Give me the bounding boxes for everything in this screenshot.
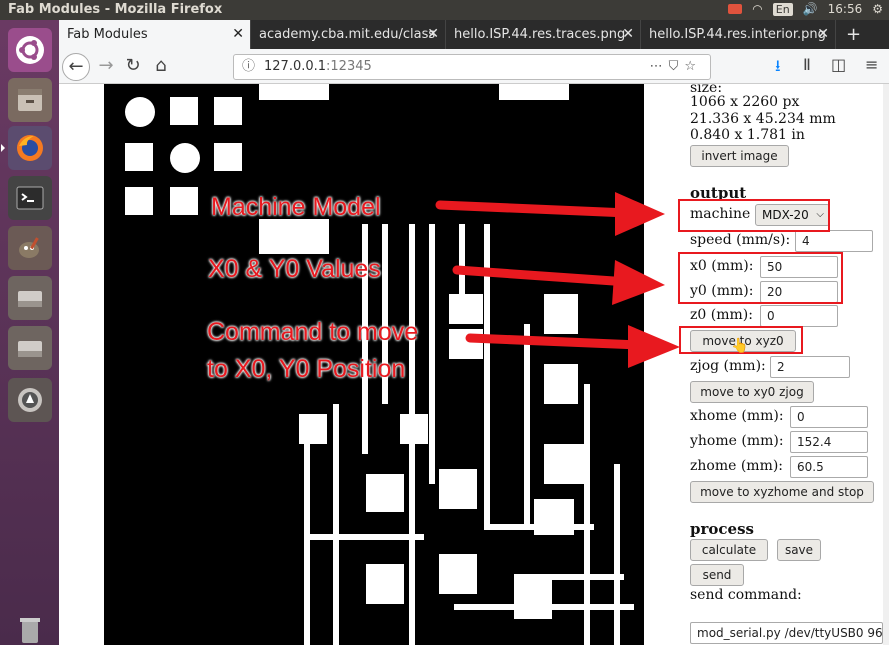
wifi-icon[interactable]: ◠ (752, 2, 762, 16)
tab-label: hello.ISP.44.res.traces.png (454, 27, 626, 42)
url-bar[interactable]: ⓘ 127.0.0.1:12345 ⋯⛉☆ (233, 54, 711, 80)
trash-icon[interactable] (8, 608, 52, 645)
gimp-icon[interactable] (8, 226, 52, 270)
forward-arrow-icon[interactable]: → (92, 53, 120, 81)
sidebar-icon[interactable]: ◫ (831, 55, 846, 74)
screen-record-icon[interactable] (728, 4, 743, 14)
settings-panel: size: 1066 x 2260 px 21.336 x 45.234 mm … (690, 84, 889, 645)
tab-traces[interactable]: hello.ISP.44.res.traces.png ✕ (446, 20, 641, 49)
process-heading: process (690, 520, 754, 538)
keyboard-language-indicator[interactable]: En (772, 2, 793, 16)
yhome-label: yhome (mm): (690, 433, 784, 449)
speed-input[interactable]: 4 (795, 230, 873, 252)
unity-launcher (0, 20, 59, 645)
z0-input[interactable]: 0 (760, 305, 838, 327)
annotation-move-line1: Command to move (207, 318, 419, 346)
xhome-input[interactable]: 0 (790, 406, 868, 428)
home-icon[interactable]: ⌂ (147, 53, 175, 81)
settings-gear-icon[interactable]: ⚙ (872, 2, 883, 16)
tab-label: hello.ISP.44.res.interior.png (649, 27, 826, 42)
send-button[interactable]: send (690, 564, 744, 586)
reload-icon[interactable]: ↻ (119, 53, 147, 81)
browser-nav-bar: ← → ↻ ⌂ ⓘ 127.0.0.1:12345 ⋯⛉☆ ⭳ Ⅱ ◫ ≡ (59, 49, 889, 84)
send-command-label: send command: (690, 587, 802, 603)
move-to-xy0-zjog-button[interactable]: move to xy0 zjog (690, 381, 814, 403)
drive-icon[interactable] (8, 276, 52, 320)
close-icon[interactable]: ✕ (622, 20, 634, 49)
software-updater-icon[interactable] (8, 378, 52, 422)
window-title: Fab Modules - Mozilla Firefox (8, 2, 223, 17)
back-arrow-icon[interactable]: ← (62, 53, 90, 81)
highlight-box-machine (678, 199, 830, 232)
browser-tab-bar: Fab Modules ✕ academy.cba.mit.edu/class … (59, 20, 889, 49)
annotation-move-line2: to X0, Y0 Position (207, 355, 406, 383)
tab-label: academy.cba.mit.edu/class (259, 27, 436, 42)
library-icon[interactable]: Ⅱ (803, 55, 811, 74)
ubuntu-logo-icon[interactable] (8, 28, 52, 72)
clock[interactable]: 16:56 (828, 2, 863, 16)
zjog-input[interactable]: 2 (770, 356, 850, 378)
page-content: size: 1066 x 2260 px 21.336 x 45.234 mm … (59, 84, 889, 645)
yhome-input[interactable]: 152.4 (790, 431, 868, 453)
download-icon[interactable]: ⭳ (775, 55, 781, 82)
invert-image-button[interactable]: invert image (690, 145, 789, 167)
tab-label: Fab Modules (67, 27, 148, 42)
system-top-bar: Fab Modules - Mozilla Firefox ◠ En 🔊 16:… (0, 0, 889, 20)
zjog-label: zjog (mm): (690, 358, 766, 374)
page-scrollbar[interactable] (883, 84, 889, 645)
xhome-label: xhome (mm): (690, 408, 784, 424)
url-host: 127.0.0.1 (264, 59, 327, 74)
close-icon[interactable]: ✕ (427, 20, 439, 49)
save-button[interactable]: save (777, 539, 821, 561)
files-icon[interactable] (8, 78, 52, 122)
calculate-button[interactable]: calculate (690, 539, 768, 561)
terminal-icon[interactable] (8, 176, 52, 220)
speed-label: speed (mm/s): (690, 232, 791, 248)
size-mm: 21.336 x 45.234 mm (690, 111, 836, 127)
annotation-xy-values: X0 & Y0 Values (208, 255, 381, 283)
drive-icon[interactable] (8, 326, 52, 370)
volume-icon[interactable]: 🔊 (803, 2, 818, 16)
send-command-input[interactable]: mod_serial.py /dev/ttyUSB0 9600 (690, 622, 883, 644)
page-actions-icon[interactable]: ⋯⛉☆ (650, 55, 702, 79)
site-info-icon[interactable]: ⓘ (242, 55, 255, 79)
mouse-cursor-icon: 👆 (731, 338, 749, 354)
close-icon[interactable]: ✕ (232, 20, 244, 49)
url-port: :12345 (326, 59, 372, 74)
tab-interior[interactable]: hello.ISP.44.res.interior.png ✕ (641, 20, 836, 49)
firefox-icon[interactable] (1, 126, 52, 170)
tab-academy[interactable]: academy.cba.mit.edu/class ✕ (251, 20, 446, 49)
highlight-box-xy0 (678, 252, 843, 304)
size-px: 1066 x 2260 px (690, 94, 800, 110)
move-to-xyzhome-button[interactable]: move to xyzhome and stop (690, 481, 874, 503)
annotation-machine-model: Machine Model (211, 193, 381, 221)
tab-fab-modules[interactable]: Fab Modules ✕ (59, 20, 251, 49)
size-in: 0.840 x 1.781 in (690, 127, 805, 143)
new-tab-button[interactable]: + (838, 20, 868, 49)
z0-label: z0 (mm): (690, 307, 753, 323)
close-icon[interactable]: ✕ (817, 20, 829, 49)
zhome-label: zhome (mm): (690, 458, 784, 474)
zhome-input[interactable]: 60.5 (790, 456, 868, 478)
menu-icon[interactable]: ≡ (865, 55, 878, 74)
system-tray: ◠ En 🔊 16:56 ⚙ (728, 2, 883, 16)
